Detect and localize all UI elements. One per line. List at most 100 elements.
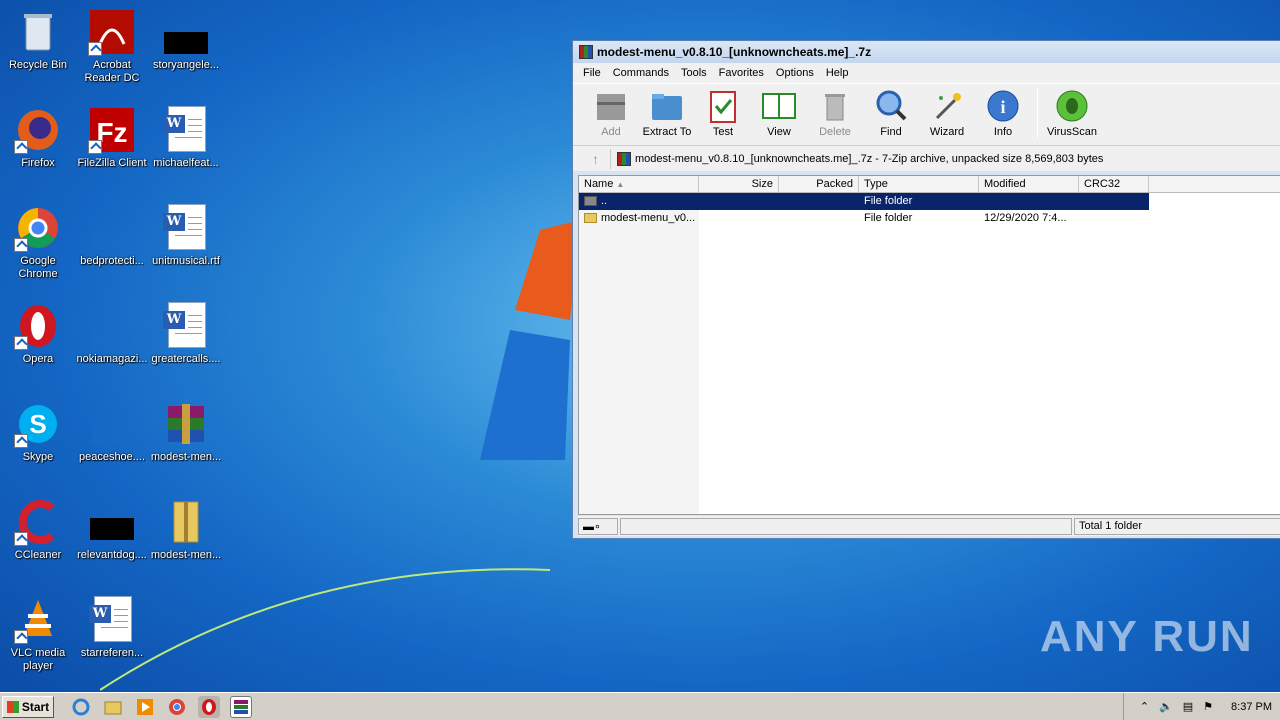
winrar-archive-icon[interactable]: modest-men... [148, 396, 224, 492]
icon-label: modest-men... [150, 451, 222, 463]
column-header-row: Name ▲ Size Packed Type Modified CRC32 [579, 176, 1280, 193]
virusscan-button[interactable]: VirusScan [1044, 88, 1100, 138]
toolbar-separator [1037, 88, 1038, 138]
file-icon[interactable]: nokiamagazi... [74, 298, 150, 394]
column-type[interactable]: Type [859, 176, 979, 192]
up-one-level-button[interactable]: ↑ [581, 148, 611, 169]
word-document-icon[interactable]: W greatercalls.... [148, 298, 224, 394]
file-icon[interactable]: peaceshoe.... [74, 396, 150, 492]
find-button[interactable]: Find [863, 88, 919, 138]
file-icon[interactable]: storyangele... [148, 4, 224, 100]
filezilla-icon[interactable]: Fz FileZilla Client [74, 102, 150, 198]
table-row[interactable]: .. File folder [579, 193, 1149, 210]
system-tray: ⌃ 🔈 ▤ ⚑ 8:37 PM [1122, 693, 1280, 720]
network-icon[interactable]: ▤ [1183, 700, 1193, 713]
file-list[interactable]: Name ▲ Size Packed Type Modified CRC32 .… [578, 175, 1280, 515]
window-title: modest-menu_v0.8.10_[unknowncheats.me]_.… [597, 45, 872, 59]
delete-button[interactable]: Delete [807, 88, 863, 138]
column-name[interactable]: Name ▲ [579, 176, 699, 192]
archive-icon [617, 151, 631, 166]
sort-ascending-icon: ▲ [616, 180, 625, 189]
icon-label: michaelfeat... [153, 157, 219, 169]
test-clipboard-icon [705, 88, 741, 124]
status-bar: ▬∘ Total 1 folder [578, 516, 1280, 536]
add-button[interactable]: Add [583, 88, 639, 138]
ccleaner-icon[interactable]: CCleaner [0, 494, 76, 590]
menu-options[interactable]: Options [770, 67, 820, 79]
parent-folder-icon [584, 196, 597, 207]
icon-label: nokiamagazi... [76, 353, 148, 365]
column-modified[interactable]: Modified [979, 176, 1079, 192]
info-label: Info [993, 126, 1013, 138]
menu-tools[interactable]: Tools [675, 67, 713, 79]
address-text: modest-menu_v0.8.10_[unknowncheats.me]_.… [635, 152, 1104, 165]
info-button[interactable]: i Info [975, 88, 1031, 138]
volume-icon[interactable]: 🔈 [1159, 700, 1173, 713]
table-row[interactable]: modest-menu_v0... File folder 12/29/2020… [579, 210, 1280, 227]
address-field[interactable]: modest-menu_v0.8.10_[unknowncheats.me]_.… [617, 151, 1104, 166]
view-book-icon [761, 88, 797, 124]
view-button[interactable]: View [751, 88, 807, 138]
clock[interactable]: 8:37 PM [1231, 701, 1272, 713]
opera-taskbar-icon[interactable] [198, 695, 220, 718]
icon-label: Google Chrome [18, 255, 58, 280]
test-button[interactable]: Test [695, 88, 751, 138]
chrome-taskbar-icon[interactable] [166, 696, 188, 718]
icon-label: CCleaner [14, 549, 62, 561]
windows-flag-icon [6, 700, 19, 713]
name-column-shading [579, 194, 699, 514]
word-document-icon[interactable]: W michaelfeat... [148, 102, 224, 198]
show-hidden-icons-icon[interactable]: ⌃ [1140, 700, 1149, 713]
google-chrome-icon[interactable]: Google Chrome [0, 200, 76, 296]
word-document-icon[interactable]: W starreferen... [74, 592, 150, 688]
icon-label: starreferen... [80, 647, 144, 659]
menu-favorites[interactable]: Favorites [713, 67, 770, 79]
extract-to-label: Extract To [642, 126, 692, 138]
file-icon[interactable]: bedprotecti... [74, 200, 150, 296]
menu-help[interactable]: Help [820, 67, 855, 79]
icon-label: Acrobat Reader DC [84, 59, 140, 84]
menu-bar: File Commands Tools Favorites Options He… [573, 63, 1280, 83]
taskbar: Start ⌃ 🔈 ▤ ⚑ 8:37 PM [0, 692, 1280, 720]
menu-commands[interactable]: Commands [607, 67, 675, 79]
window-titlebar[interactable]: modest-menu_v0.8.10_[unknowncheats.me]_.… [573, 41, 1280, 63]
toolbar: Add Extract To Test View Delete Find Wiz… [573, 83, 1280, 145]
find-label: Find [880, 126, 902, 138]
icon-label: Skype [22, 451, 54, 463]
add-label: Add [601, 126, 621, 138]
start-label: Start [21, 699, 50, 714]
7zip-window[interactable]: modest-menu_v0.8.10_[unknowncheats.me]_.… [572, 40, 1280, 539]
icon-label: peaceshoe.... [78, 451, 146, 463]
add-icon [593, 88, 629, 124]
address-bar: ↑ modest-menu_v0.8.10_[unknowncheats.me]… [573, 145, 1280, 171]
recycle-bin-icon[interactable]: Recycle Bin [0, 4, 76, 100]
explorer-folder-icon[interactable] [102, 696, 124, 718]
word-document-icon[interactable]: W unitmusical.rtf [148, 200, 224, 296]
acrobat-reader-icon[interactable]: Acrobat Reader DC [74, 4, 150, 100]
vlc-icon[interactable]: VLC media player [0, 592, 76, 688]
extract-folder-icon [649, 88, 685, 124]
test-label: Test [712, 126, 734, 138]
action-center-flag-icon[interactable]: ⚑ [1203, 700, 1213, 713]
wizard-button[interactable]: Wizard [919, 88, 975, 138]
firefox-icon[interactable]: Firefox [0, 102, 76, 198]
column-size[interactable]: Size [699, 176, 779, 192]
column-packed[interactable]: Packed [779, 176, 859, 192]
winrar-taskbar-icon[interactable] [230, 695, 252, 718]
start-button[interactable]: Start [2, 695, 54, 718]
column-crc32[interactable]: CRC32 [1079, 176, 1149, 192]
folder-icon[interactable]: modest-men... [148, 494, 224, 590]
internet-explorer-icon[interactable] [70, 696, 92, 718]
skype-icon[interactable]: S Skype [0, 396, 76, 492]
icon-label: storyangele... [152, 59, 220, 71]
file-icon[interactable]: relevantdog.... [74, 494, 150, 590]
status-left-panel [620, 517, 1072, 535]
extract-to-button[interactable]: Extract To [639, 88, 695, 138]
wand-icon [929, 88, 965, 124]
opera-icon[interactable]: Opera [0, 298, 76, 394]
virus-bug-icon [1054, 88, 1090, 124]
menu-file[interactable]: File [577, 67, 607, 79]
icon-label: modest-men... [150, 549, 222, 561]
trash-icon [817, 88, 853, 124]
media-player-icon[interactable] [134, 696, 156, 718]
